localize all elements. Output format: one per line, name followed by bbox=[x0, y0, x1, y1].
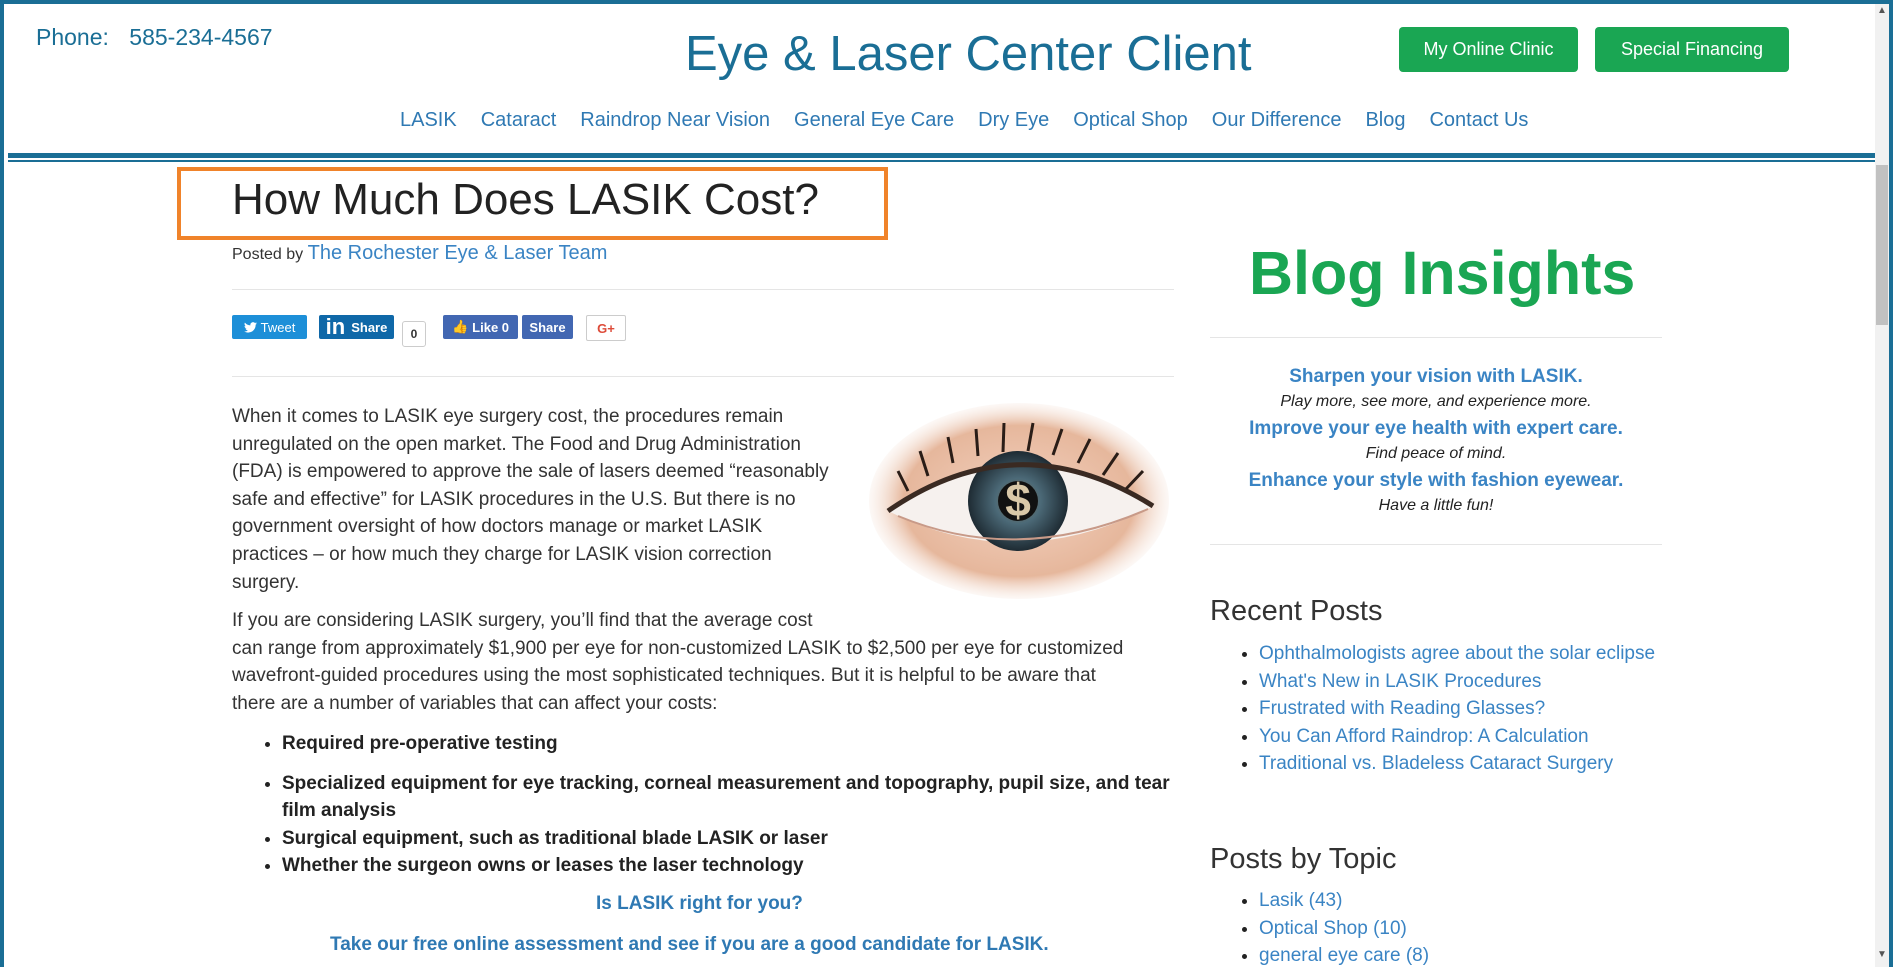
posts-by-topic-heading: Posts by Topic bbox=[1210, 843, 1397, 875]
topics-list: Lasik (43) Optical Shop (10) general eye… bbox=[1240, 887, 1669, 970]
post-title: How Much Does LASIK Cost? bbox=[232, 175, 819, 224]
posted-by-label: Posted by bbox=[232, 246, 304, 263]
text-line: (FDA) is empowered to approve the sale o… bbox=[232, 461, 829, 483]
cta-assessment-link[interactable]: Take our free online assessment and see … bbox=[330, 934, 1049, 956]
nav-cataract[interactable]: Cataract bbox=[481, 109, 557, 132]
topic-link[interactable]: general eye care (8) bbox=[1259, 945, 1429, 966]
linkedin-share-count: 0 bbox=[402, 321, 426, 347]
sidebar-heading: Blog Insights bbox=[1249, 239, 1636, 307]
nav-optical-shop[interactable]: Optical Shop bbox=[1073, 109, 1188, 132]
nav-general-eye-care[interactable]: General Eye Care bbox=[794, 109, 954, 132]
page-scrollbar[interactable] bbox=[1875, 4, 1889, 967]
linkedin-in-icon: in bbox=[325, 314, 346, 339]
post-paragraph-1: When it comes to LASIK eye surgery cost,… bbox=[232, 403, 829, 596]
list-item: Whether the surgeon owns or leases the l… bbox=[282, 852, 1182, 880]
text-line: wavefront-guided procedures using the mo… bbox=[232, 665, 1096, 687]
cta-question-link[interactable]: Is LASIK right for you? bbox=[596, 893, 803, 915]
insight-1-title[interactable]: Sharpen your vision with LASIK. bbox=[1210, 366, 1662, 388]
header-phone: Phone: 585-234-4567 bbox=[36, 24, 273, 51]
topic-link[interactable]: Optical Shop (10) bbox=[1259, 918, 1407, 939]
post-paragraph-2: If you are considering LASIK surgery, yo… bbox=[232, 607, 1123, 717]
list-item: Required pre-operative testing bbox=[282, 730, 1182, 758]
nav-contact-us[interactable]: Contact Us bbox=[1429, 109, 1528, 132]
text-line: When it comes to LASIK eye surgery cost,… bbox=[232, 406, 784, 427]
list-item: Traditional vs. Bladeless Cataract Surge… bbox=[1259, 750, 1669, 778]
scroll-down-arrow-icon[interactable]: ▼ bbox=[1877, 950, 1887, 960]
facebook-like-button[interactable]: 👍 Like 0 bbox=[443, 315, 518, 339]
divider bbox=[1210, 544, 1662, 545]
recent-post-link[interactable]: Traditional vs. Bladeless Cataract Surge… bbox=[1259, 753, 1613, 774]
recent-posts-heading: Recent Posts bbox=[1210, 595, 1383, 627]
my-online-clinic-button[interactable]: My Online Clinic bbox=[1399, 27, 1578, 72]
list-item: You Can Afford Raindrop: A Calculation bbox=[1259, 723, 1669, 751]
facebook-share-button[interactable]: Share bbox=[522, 315, 573, 339]
list-item: Frustrated with Reading Glasses? bbox=[1259, 695, 1669, 723]
insight-1-subtitle: Play more, see more, and experience more… bbox=[1280, 393, 1592, 410]
nav-raindrop[interactable]: Raindrop Near Vision bbox=[580, 109, 770, 132]
insight-2-title[interactable]: Improve your eye health with expert care… bbox=[1210, 418, 1662, 440]
recent-posts-list: Ophthalmologists agree about the solar e… bbox=[1240, 640, 1669, 778]
list-item: What's New in LASIK Procedures bbox=[1259, 668, 1669, 696]
insight-3-subtitle: Have a little fun! bbox=[1378, 497, 1494, 514]
nav-lasik[interactable]: LASIK bbox=[400, 109, 457, 132]
post-byline: Posted by The Rochester Eye & Laser Team bbox=[232, 242, 607, 265]
divider bbox=[232, 376, 1174, 377]
tweet-label: Tweet bbox=[260, 319, 296, 335]
divider bbox=[232, 289, 1174, 290]
list-item: Lasik (43) bbox=[1259, 887, 1669, 915]
phone-label: Phone: bbox=[36, 24, 109, 50]
linkedin-share-button[interactable]: in Share bbox=[319, 314, 394, 339]
text-line: If you are considering LASIK surgery, yo… bbox=[232, 610, 813, 631]
text-line: safe and effective” for LASIK procedures… bbox=[232, 488, 796, 510]
insight-2-subtitle: Find peace of mind. bbox=[1365, 445, 1507, 462]
thumbs-up-icon: 👍 bbox=[451, 319, 469, 334]
special-financing-button[interactable]: Special Financing bbox=[1595, 27, 1789, 72]
recent-post-link[interactable]: Ophthalmologists agree about the solar e… bbox=[1259, 643, 1655, 664]
recent-post-link[interactable]: You Can Afford Raindrop: A Calculation bbox=[1259, 726, 1589, 747]
tweet-button[interactable]: Tweet bbox=[232, 315, 307, 339]
list-item: Specialized equipment for eye tracking, … bbox=[282, 770, 1182, 825]
text-line: can range from approximately $1,900 per … bbox=[232, 637, 1124, 659]
eye-with-dollar-sign-image: $ bbox=[869, 403, 1169, 599]
linkedin-share-label: Share bbox=[351, 319, 388, 335]
text-line: unregulated on the open market. The Food… bbox=[232, 433, 801, 455]
text-line: surgery. bbox=[232, 571, 300, 593]
author-link[interactable]: The Rochester Eye & Laser Team bbox=[308, 242, 608, 264]
list-item: general eye care (8) bbox=[1259, 942, 1669, 970]
cost-factors-list: Required pre-operative testing Specializ… bbox=[262, 730, 1182, 880]
divider bbox=[1210, 337, 1662, 338]
facebook-like-label: Like 0 bbox=[472, 319, 510, 335]
header-divider bbox=[8, 153, 1885, 158]
text-line: there are a number of variables that can… bbox=[232, 692, 718, 714]
topic-link[interactable]: Lasik (43) bbox=[1259, 890, 1342, 911]
svg-text:$: $ bbox=[1005, 474, 1031, 526]
header-divider-thin bbox=[8, 160, 1885, 162]
list-item-text: Specialized equipment for eye tracking, … bbox=[282, 772, 1170, 822]
recent-post-link[interactable]: What's New in LASIK Procedures bbox=[1259, 671, 1541, 692]
recent-post-link[interactable]: Frustrated with Reading Glasses? bbox=[1259, 698, 1545, 719]
site-title[interactable]: Eye & Laser Center Client bbox=[685, 26, 1252, 82]
insight-3-title[interactable]: Enhance your style with fashion eyewear. bbox=[1210, 470, 1662, 492]
text-line: practices – or how much they charge for … bbox=[232, 543, 772, 565]
google-plus-button[interactable]: G+ bbox=[586, 315, 626, 341]
list-item-text: Surgical equipment, such as traditional … bbox=[282, 827, 828, 849]
list-item: Ophthalmologists agree about the solar e… bbox=[1259, 640, 1669, 668]
twitter-bird-icon bbox=[243, 321, 257, 333]
scroll-up-arrow-icon[interactable]: ▲ bbox=[1877, 6, 1887, 16]
nav-our-difference[interactable]: Our Difference bbox=[1212, 109, 1342, 132]
list-item-text: Whether the surgeon owns or leases the l… bbox=[282, 855, 804, 877]
text-line: government oversight of how doctors mana… bbox=[232, 516, 763, 538]
nav-dry-eye[interactable]: Dry Eye bbox=[978, 109, 1049, 132]
list-item-text: Required pre-operative testing bbox=[282, 733, 558, 754]
main-nav: LASIK Cataract Raindrop Near Vision Gene… bbox=[400, 109, 1552, 132]
phone-number-link[interactable]: 585-234-4567 bbox=[129, 24, 272, 50]
list-item: Surgical equipment, such as traditional … bbox=[282, 825, 1182, 853]
nav-blog[interactable]: Blog bbox=[1365, 109, 1405, 132]
scrollbar-thumb[interactable] bbox=[1876, 165, 1888, 325]
list-item: Optical Shop (10) bbox=[1259, 915, 1669, 943]
